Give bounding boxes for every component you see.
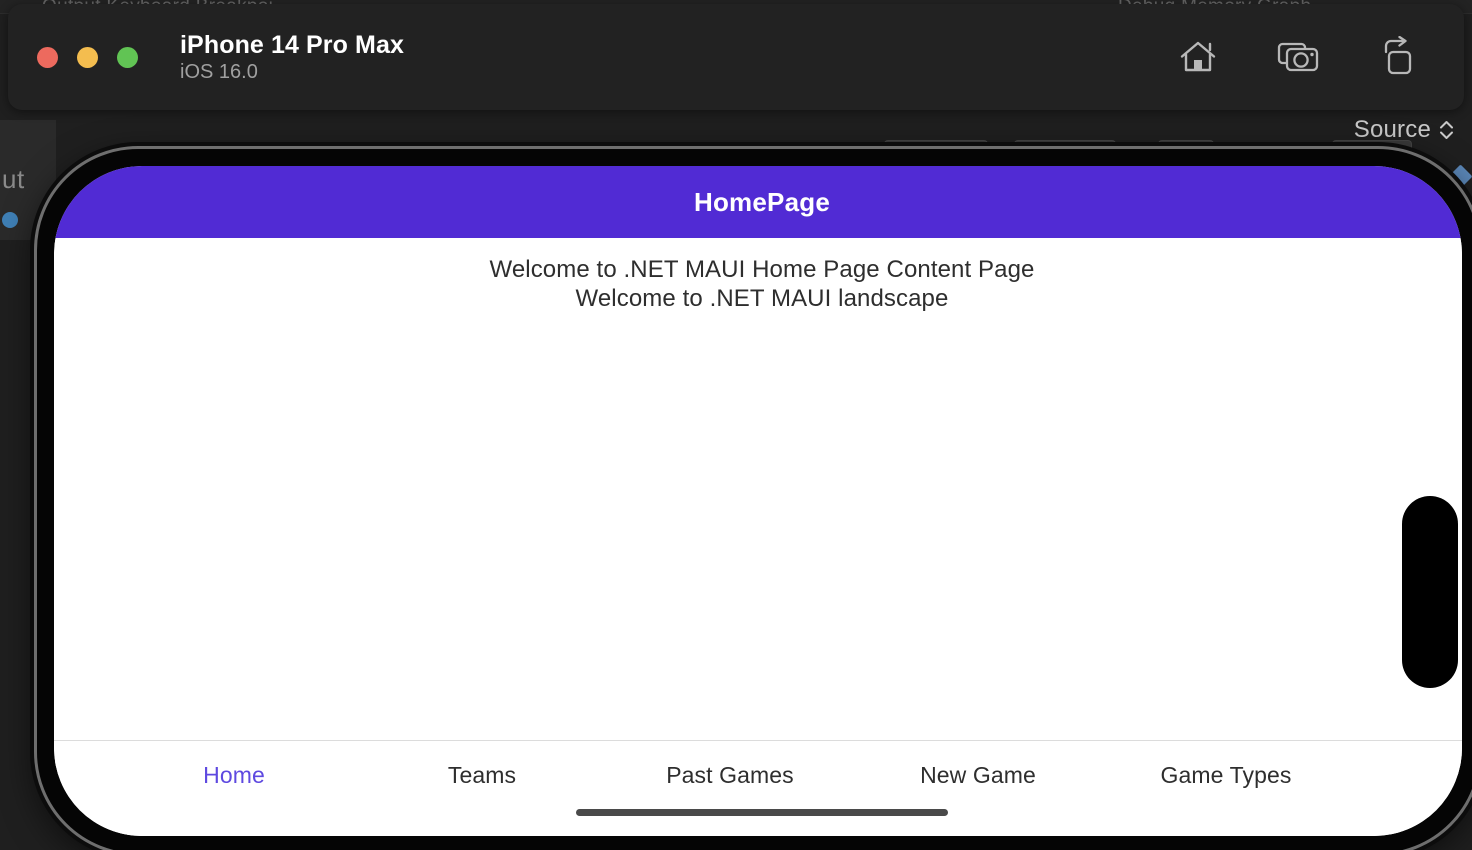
page-title: HomePage — [694, 186, 830, 217]
dynamic-island — [1402, 496, 1458, 688]
simulator-actions — [1176, 35, 1420, 79]
welcome-line-2: Welcome to .NET MAUI landscape — [575, 285, 949, 313]
tab-teams[interactable]: Teams — [358, 762, 606, 789]
window-controls — [37, 46, 138, 68]
source-selector[interactable]: Source — [1354, 116, 1454, 144]
rotate-icon — [1378, 36, 1418, 78]
device-name-label: iPhone 14 Pro Max — [180, 30, 404, 59]
screenshot-button[interactable] — [1276, 35, 1320, 79]
tab-game-types[interactable]: Game Types — [1102, 762, 1350, 789]
home-icon — [1177, 36, 1219, 78]
zoom-window-button[interactable] — [117, 46, 138, 68]
ide-status-dot-icon — [2, 212, 18, 228]
tab-new-game[interactable]: New Game — [854, 762, 1102, 789]
os-version-label: iOS 16.0 — [180, 60, 258, 83]
source-label: Source — [1353, 116, 1431, 143]
page-content: Welcome to .NET MAUI Home Page Content P… — [54, 238, 1462, 740]
screenshot-camera-icon — [1276, 36, 1320, 78]
device-screen: HomePage Welcome to .NET MAUI Home Page … — [54, 166, 1462, 836]
chevron-updown-icon — [1439, 119, 1454, 141]
device-bezel: HomePage Welcome to .NET MAUI Home Page … — [54, 166, 1462, 836]
device-frame: HomePage Welcome to .NET MAUI Home Page … — [34, 146, 1472, 850]
screenshot-root: Output Keyboard Breakpoi Debug Memory Gr… — [0, 0, 1472, 850]
simulator-titlebar: iPhone 14 Pro Max iOS 16.0 — [8, 4, 1464, 110]
welcome-line-1: Welcome to .NET MAUI Home Page Content P… — [489, 256, 1035, 283]
rotate-button[interactable] — [1376, 35, 1420, 79]
app-navigation-bar: HomePage — [54, 166, 1462, 238]
home-button[interactable] — [1176, 35, 1220, 79]
home-indicator[interactable] — [576, 809, 948, 816]
app-tab-bar: Home Teams Past Games New Game Game Type… — [54, 740, 1462, 836]
ide-sidebar-label: ut — [2, 164, 25, 194]
simulator-device-info: iPhone 14 Pro Max iOS 16.0 — [180, 31, 404, 84]
tab-home[interactable]: Home — [110, 762, 358, 789]
minimize-window-button[interactable] — [77, 46, 98, 68]
tab-past-games[interactable]: Past Games — [606, 762, 854, 789]
close-window-button[interactable] — [37, 46, 58, 68]
